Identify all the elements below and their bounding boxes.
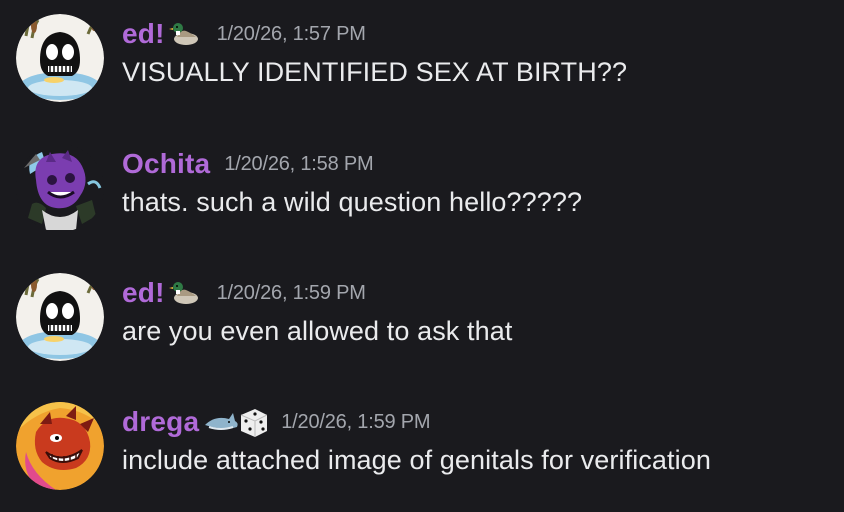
message-item: Ochita 1/20/26, 1:58 PM thats. such a wi… — [0, 144, 844, 254]
timestamp: 1/20/26, 1:59 PM — [216, 281, 366, 304]
duck-icon — [168, 19, 203, 49]
message-item: ed! 1/20/26, 1:59 PM are you even allowe… — [0, 273, 844, 383]
chat-message-list: ed! 1/20/26, 1:57 PM VISUALLY IDENTIFIED… — [0, 0, 844, 512]
message-content: VISUALLY IDENTIFIED SEX AT BIRTH?? — [122, 57, 628, 87]
avatar[interactable] — [16, 402, 104, 490]
skull-cattail-avatar-icon — [16, 273, 104, 361]
red-creature-avatar-icon — [16, 402, 104, 490]
username[interactable]: drega — [122, 406, 199, 438]
message-header: drega 1/20/26, 1:59 PM — [122, 402, 431, 442]
message-content: thats. such a wild question hello????? — [122, 187, 583, 217]
skull-cattail-avatar-icon — [16, 14, 104, 102]
message-header: ed! 1/20/26, 1:57 PM — [122, 14, 366, 54]
message-item: ed! 1/20/26, 1:57 PM VISUALLY IDENTIFIED… — [0, 14, 844, 124]
avatar[interactable] — [16, 273, 104, 361]
username[interactable]: ed! — [122, 18, 165, 50]
avatar[interactable] — [16, 14, 104, 102]
timestamp: 1/20/26, 1:59 PM — [281, 410, 431, 433]
avatar[interactable] — [16, 144, 104, 232]
timestamp: 1/20/26, 1:58 PM — [224, 152, 374, 175]
message-item: drega 1/20/26, 1:59 PM include attached … — [0, 402, 844, 512]
username[interactable]: ed! — [122, 277, 165, 309]
shark-and-dice-icon — [203, 407, 268, 437]
purple-creature-avatar-icon — [16, 144, 104, 232]
message-content: include attached image of genitals for v… — [122, 445, 711, 475]
duck-icon — [168, 278, 203, 308]
message-header: ed! 1/20/26, 1:59 PM — [122, 273, 366, 313]
username[interactable]: Ochita — [122, 148, 210, 180]
message-header: Ochita 1/20/26, 1:58 PM — [122, 144, 374, 184]
message-content: are you even allowed to ask that — [122, 316, 513, 346]
timestamp: 1/20/26, 1:57 PM — [216, 22, 366, 45]
